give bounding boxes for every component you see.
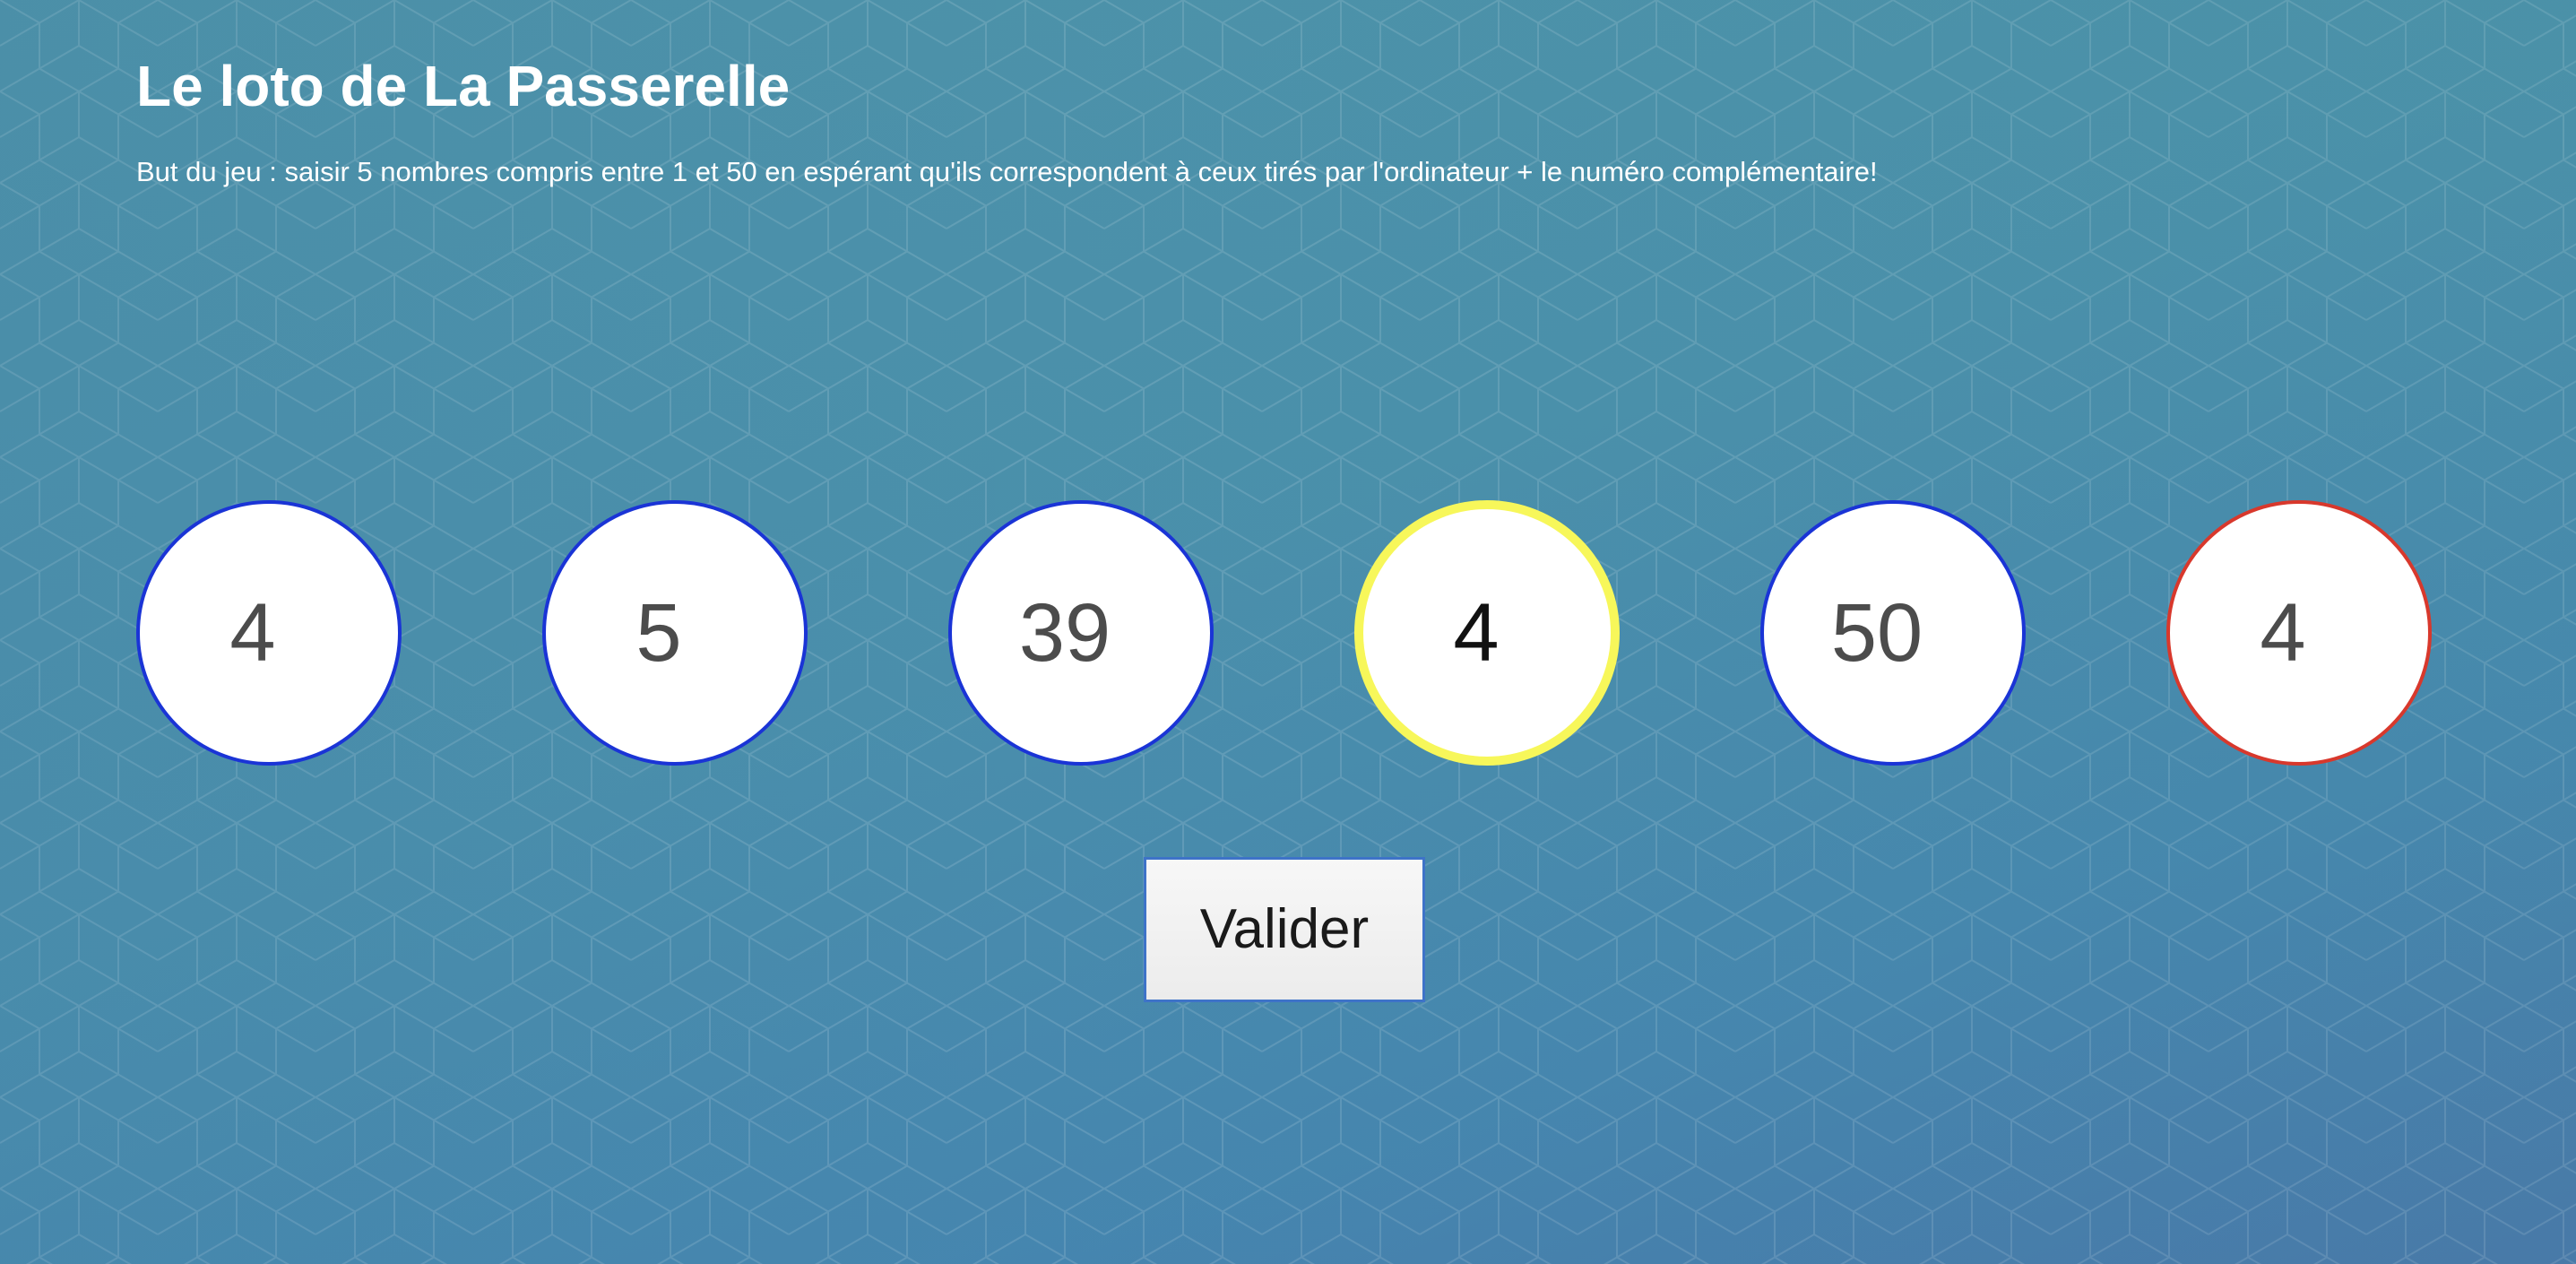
loto-page: Le loto de La Passerelle But du jeu : sa…	[0, 0, 2576, 1264]
game-instructions: But du jeu : saisir 5 nombres compris en…	[136, 156, 1878, 187]
page-title: Le loto de La Passerelle	[136, 54, 791, 118]
complementary-number-value[interactable]: 4	[2170, 588, 2428, 678]
complementary-number-input[interactable]: 4	[2166, 500, 2432, 766]
number-input-4[interactable]: 4	[1354, 500, 1620, 766]
number-input-4-value[interactable]: 4	[1363, 588, 1611, 678]
number-input-1-value[interactable]: 4	[140, 588, 398, 678]
number-input-2-value[interactable]: 5	[546, 588, 804, 678]
number-input-3[interactable]: 39	[948, 500, 1214, 766]
valider-button[interactable]: Valider	[1144, 857, 1425, 1002]
number-input-1[interactable]: 4	[136, 500, 402, 766]
number-input-5[interactable]: 50	[1760, 500, 2026, 766]
number-input-3-value[interactable]: 39	[952, 588, 1210, 678]
number-input-5-value[interactable]: 50	[1764, 588, 2022, 678]
number-input-2[interactable]: 5	[542, 500, 808, 766]
